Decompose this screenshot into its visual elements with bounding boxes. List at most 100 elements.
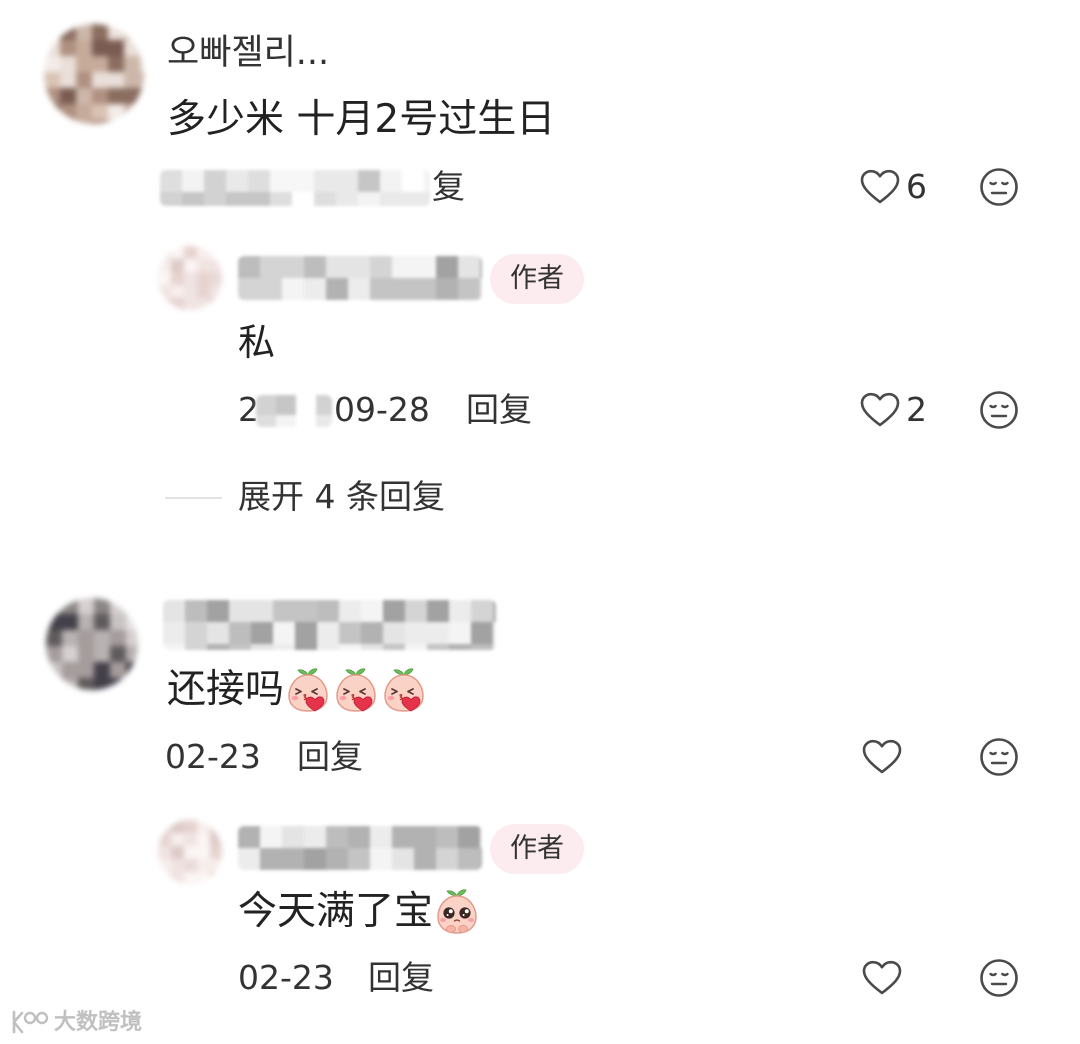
avatar[interactable] — [46, 598, 138, 690]
mosaic-cell — [292, 192, 314, 206]
mosaic-cell — [427, 600, 449, 622]
meh-face-icon[interactable] — [979, 737, 1019, 777]
mosaic-cell — [62, 662, 78, 678]
author-badge: 作者 — [490, 824, 584, 874]
mosaic-cell — [62, 646, 78, 662]
mosaic-cell — [140, 40, 144, 56]
reply-text: 今天满了宝 — [238, 889, 434, 934]
peach-kiss-heart-emoji — [380, 666, 428, 714]
mosaic-cell — [405, 600, 427, 622]
mosaic-cell — [184, 272, 197, 285]
mosaic-cell — [296, 395, 316, 415]
mosaic-cell — [256, 415, 276, 427]
mosaic-cell — [185, 622, 207, 644]
mosaic-cell — [46, 662, 62, 678]
mosaic-cell — [94, 614, 110, 630]
avatar[interactable] — [44, 24, 144, 124]
mosaic-cell — [60, 56, 76, 72]
mosaic-cell — [108, 72, 124, 88]
mosaic-cell — [140, 88, 144, 104]
mosaic-cell — [436, 256, 458, 278]
mosaic-cell — [158, 285, 171, 298]
avatar[interactable] — [158, 246, 222, 310]
mosaic-cell — [493, 600, 496, 622]
mosaic-cell — [314, 170, 336, 192]
mosaic-cell — [78, 614, 94, 630]
meh-face-icon[interactable] — [979, 167, 1019, 207]
mosaic-cell — [493, 644, 496, 650]
meh-face-icon[interactable] — [979, 390, 1019, 430]
mosaic-cell — [126, 630, 138, 646]
mosaic-cell — [108, 56, 124, 72]
mosaic-cell — [270, 192, 292, 206]
mosaic-cell — [427, 644, 449, 650]
mosaic-cell — [92, 120, 108, 124]
mosaic-cell — [204, 170, 226, 192]
mosaic-cell — [304, 256, 326, 278]
mosaic-cell — [46, 598, 62, 614]
mosaic-cell — [493, 622, 496, 644]
reply-button[interactable]: 复 — [432, 165, 465, 209]
mosaic-cell — [336, 170, 358, 192]
mosaic-cell — [140, 104, 144, 120]
mosaic-cell — [405, 644, 427, 650]
mosaic-cell — [414, 848, 436, 870]
mosaic-cell — [392, 278, 414, 300]
mosaic-cell — [424, 170, 430, 192]
like-count: 6 — [906, 167, 927, 206]
mosaic-cell — [158, 298, 171, 310]
mosaic-cell — [197, 859, 210, 872]
mosaic-cell — [94, 678, 110, 690]
watermark-text: 大数跨境 — [54, 1010, 143, 1035]
mosaic-cell — [160, 170, 182, 192]
mosaic-cell — [197, 272, 210, 285]
heart-outline-icon[interactable] — [860, 169, 900, 205]
mosaic-cell — [197, 833, 210, 846]
reply-date-end: 09-28 — [334, 390, 430, 429]
mosaic-cell — [304, 278, 326, 300]
mosaic-cell — [76, 56, 92, 72]
mosaic-cell — [60, 88, 76, 104]
mosaic-cell — [92, 40, 108, 56]
mosaic-cell — [46, 678, 62, 690]
mosaic-cell — [316, 415, 332, 427]
reply-button[interactable]: 回复 — [368, 956, 434, 1000]
mosaic-cell — [210, 846, 222, 859]
blurred-username[interactable] — [238, 826, 482, 870]
mosaic-cell — [210, 246, 222, 259]
mosaic-cell — [210, 859, 222, 872]
peach-pleading-emoji — [433, 888, 481, 936]
mosaic-cell — [140, 120, 144, 124]
mosaic-cell — [171, 846, 184, 859]
mosaic-cell — [46, 646, 62, 662]
expand-replies-button[interactable]: 展开 4 条回复 — [238, 475, 445, 519]
blurred-username[interactable] — [163, 600, 496, 650]
reply-date: 02-23 — [238, 958, 334, 997]
mosaic-cell — [76, 104, 92, 120]
mosaic-cell — [260, 848, 282, 870]
mosaic-cell — [46, 630, 62, 646]
comment-username[interactable]: 오빠젤리... — [167, 28, 329, 78]
heart-outline-icon[interactable] — [862, 739, 902, 775]
mosaic-cell — [358, 192, 380, 206]
mosaic-cell — [197, 298, 210, 310]
mosaic-cell — [260, 278, 282, 300]
mosaic-cell — [392, 826, 414, 848]
mosaic-cell — [44, 88, 60, 104]
mosaic-cell — [436, 278, 458, 300]
mosaic-cell — [126, 678, 138, 690]
meh-face-icon[interactable] — [979, 958, 1019, 998]
mosaic-cell — [78, 598, 94, 614]
heart-outline-icon[interactable] — [860, 392, 900, 428]
mosaic-cell — [78, 630, 94, 646]
mosaic-cell — [108, 24, 124, 40]
reply-button[interactable]: 回复 — [466, 388, 532, 432]
mosaic-cell — [62, 614, 78, 630]
mosaic-cell — [94, 598, 110, 614]
mosaic-cell — [110, 598, 126, 614]
blurred-username[interactable] — [238, 256, 482, 300]
avatar[interactable] — [158, 820, 222, 884]
reply-button[interactable]: 回复 — [297, 735, 363, 779]
heart-outline-icon[interactable] — [862, 960, 902, 996]
mosaic-cell — [282, 848, 304, 870]
